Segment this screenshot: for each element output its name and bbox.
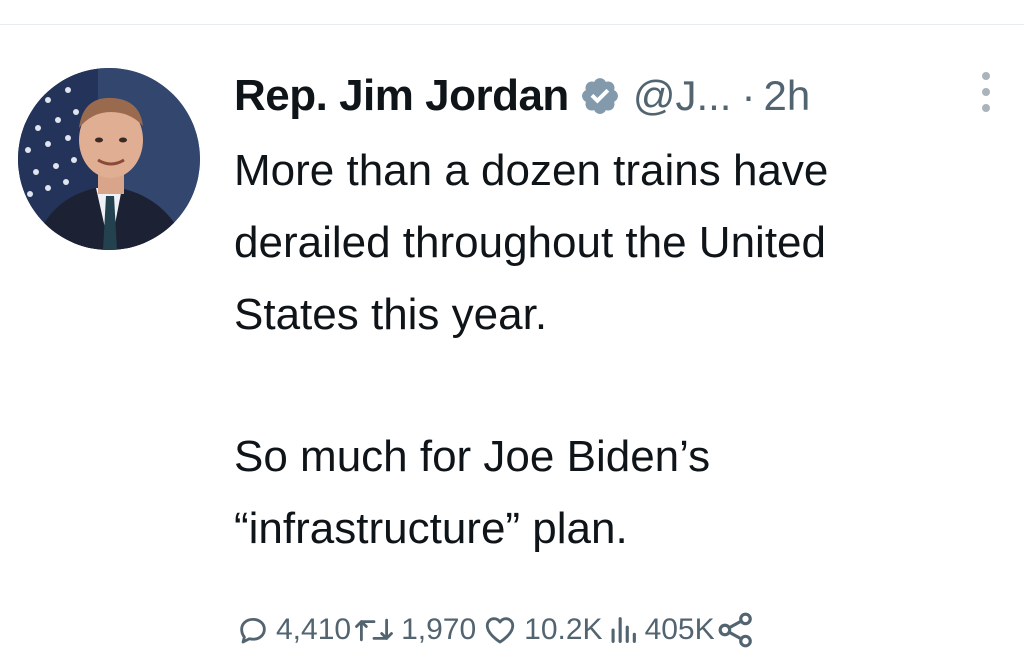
like-count: 10.2K — [524, 613, 603, 646]
reply-count: 4,410 — [276, 613, 352, 646]
like-button[interactable]: 10.2K — [482, 613, 603, 647]
top-divider — [0, 24, 1024, 25]
separator-dot: · — [741, 72, 756, 119]
author-handle[interactable]: @J... — [633, 72, 732, 120]
views-count: 405K — [644, 613, 715, 646]
tweet-header: Rep. Jim Jordan @J... · 2h — [234, 70, 810, 122]
verified-badge-icon — [579, 75, 621, 117]
tweet-text-line: States this year. — [234, 290, 548, 339]
reply-icon — [240, 617, 266, 644]
avatar[interactable] — [18, 68, 200, 250]
views-chart-icon — [611, 617, 636, 643]
avatar-image — [18, 68, 200, 250]
tweet-text-line: “infrastructure” plan. — [234, 504, 628, 553]
retweet-count: 1,970 — [401, 613, 477, 646]
share-button[interactable] — [717, 611, 755, 649]
retweet-button[interactable]: 1,970 — [353, 613, 476, 647]
more-vertical-icon[interactable] — [976, 70, 996, 114]
tweet-text-line: So much for Joe Biden’s — [234, 432, 711, 481]
tweet-actions: 4,410 1,970 10.2K 405K — [236, 605, 755, 655]
reply-button[interactable]: 4,410 — [236, 613, 351, 647]
views-button[interactable]: 405K — [607, 613, 715, 647]
retweet-icon — [355, 618, 393, 642]
tweet-text: More than a dozen trains have derailed t… — [234, 135, 1004, 565]
heart-icon — [485, 617, 515, 644]
tweet-text-line: More than a dozen trains have — [234, 146, 829, 195]
share-icon — [718, 612, 752, 648]
author-name[interactable]: Rep. Jim Jordan — [234, 71, 569, 121]
timestamp[interactable]: 2h — [763, 72, 810, 120]
tweet-text-line: derailed throughout the United — [234, 218, 826, 267]
